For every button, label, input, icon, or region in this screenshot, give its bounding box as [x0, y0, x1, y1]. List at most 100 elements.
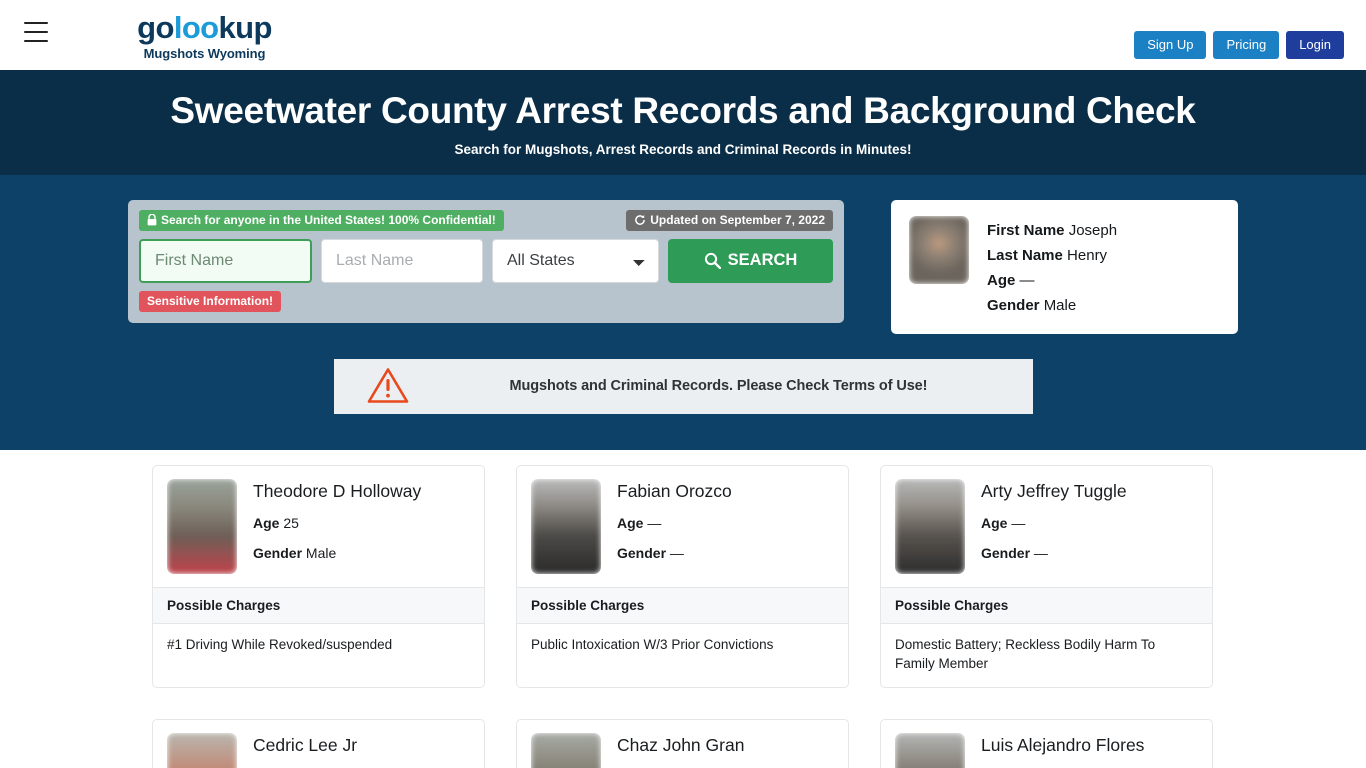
result-avatar: [531, 478, 601, 574]
search-section: Search for anyone in the United States! …: [0, 174, 1366, 450]
mugshot-image: [531, 732, 601, 768]
confidential-badge: Search for anyone in the United States! …: [139, 209, 504, 231]
featured-age-row: Age —: [987, 268, 1117, 293]
featured-first-name-value: Joseph: [1068, 221, 1118, 239]
result-avatar: [895, 478, 965, 574]
result-card[interactable]: Cedric Lee Jr Age — Gender — Possible Ch…: [152, 718, 485, 768]
result-card-info: Luis Alejandro Flores Age — Gender —: [981, 733, 1144, 768]
result-card-header: Chaz John Gran Age 31 Gender —: [517, 720, 848, 768]
refresh-icon: [635, 214, 646, 225]
featured-gender-value: Male: [1043, 296, 1077, 314]
result-card-header: Arty Jeffrey Tuggle Age — Gender —: [881, 466, 1212, 587]
mugshot-image: [895, 732, 965, 768]
result-card-info: Theodore D Holloway Age 25 Gender Male: [253, 479, 421, 563]
lock-icon: [147, 213, 157, 225]
result-gender-label: Gender: [981, 545, 1031, 562]
result-card[interactable]: Theodore D Holloway Age 25 Gender Male P…: [152, 464, 485, 688]
result-card-header: Cedric Lee Jr Age — Gender —: [153, 720, 484, 768]
featured-age-value: —: [1019, 271, 1035, 289]
top-navigation-bar: golookup Mugshots Wyoming Sign Up Pricin…: [0, 0, 1366, 70]
result-avatar: [531, 732, 601, 768]
logo-subtitle: Mugshots Wyoming: [143, 46, 266, 61]
logo-text-go: go: [137, 10, 174, 45]
result-person-name: Chaz John Gran: [617, 734, 745, 755]
results-grid: Theodore D Holloway Age 25 Gender Male P…: [152, 464, 1214, 768]
first-name-input[interactable]: [139, 238, 312, 283]
mugshot-image: [167, 478, 237, 574]
result-card[interactable]: Chaz John Gran Age 31 Gender — Possible …: [516, 718, 849, 768]
featured-last-name-label: Last Name: [987, 246, 1063, 264]
updated-badge-label: Updated on September 7, 2022: [650, 212, 825, 227]
featured-gender-row: Gender Male: [987, 293, 1117, 318]
search-button[interactable]: SEARCH: [668, 238, 833, 283]
result-gender-value: —: [1033, 545, 1048, 562]
signup-button[interactable]: Sign Up: [1134, 31, 1207, 59]
search-panel-badges: Search for anyone in the United States! …: [139, 209, 833, 231]
possible-charges-text: #1 Driving While Revoked/suspended: [167, 636, 393, 652]
confidential-badge-label: Search for anyone in the United States! …: [161, 212, 496, 227]
result-age-row: Age —: [617, 515, 732, 532]
page-title: Sweetwater County Arrest Records and Bac…: [170, 90, 1196, 131]
mugshot-image: [895, 478, 965, 574]
result-person-name: Theodore D Holloway: [253, 480, 422, 501]
updated-badge: Updated on September 7, 2022: [626, 209, 833, 231]
result-gender-value: —: [669, 545, 684, 562]
pricing-button[interactable]: Pricing: [1213, 31, 1280, 59]
featured-first-name-label: First Name: [987, 221, 1065, 239]
possible-charges-header: Possible Charges: [153, 586, 484, 624]
logo-wordmark: golookup: [137, 12, 272, 43]
result-age-label: Age: [617, 514, 644, 531]
possible-charges-text: Public Intoxication W/3 Prior Conviction…: [531, 636, 774, 652]
result-card-info: Arty Jeffrey Tuggle Age — Gender —: [981, 479, 1127, 563]
result-card[interactable]: Fabian Orozco Age — Gender — Possible Ch…: [516, 464, 849, 688]
featured-age-label: Age: [987, 271, 1016, 289]
site-logo[interactable]: golookup Mugshots Wyoming: [137, 12, 272, 61]
sensitive-information-badge: Sensitive Information!: [139, 290, 282, 312]
result-age-label: Age: [981, 514, 1008, 531]
result-age-row: Age —: [981, 515, 1127, 532]
featured-avatar: [909, 215, 969, 284]
mugshot-image: [909, 215, 969, 284]
result-avatar: [895, 732, 965, 768]
hamburger-menu-icon[interactable]: [24, 22, 48, 42]
featured-person-card[interactable]: First Name Joseph Last Name Henry Age — …: [891, 199, 1238, 334]
result-age-value: —: [647, 514, 662, 531]
result-card-info: Cedric Lee Jr Age — Gender —: [253, 733, 357, 768]
result-age-row: Age 25: [253, 515, 421, 532]
warning-triangle-icon: [367, 368, 408, 404]
result-gender-row: Gender —: [617, 545, 732, 562]
result-age-value: 25: [283, 514, 299, 531]
result-gender-label: Gender: [253, 545, 303, 562]
result-gender-row: Gender Male: [253, 545, 421, 562]
result-card[interactable]: Arty Jeffrey Tuggle Age — Gender — Possi…: [880, 464, 1213, 688]
state-select[interactable]: All States: [492, 238, 659, 283]
result-card[interactable]: Luis Alejandro Flores Age — Gender — Pos…: [880, 718, 1213, 768]
result-person-name: Cedric Lee Jr: [253, 734, 358, 755]
logo-text-kup: kup: [218, 10, 273, 45]
hamburger-line: [24, 31, 48, 33]
terms-warning-text: Mugshots and Criminal Records. Please Ch…: [509, 378, 928, 395]
result-gender-value: Male: [305, 545, 337, 562]
nav-action-buttons: Sign Up Pricing Login: [1134, 31, 1344, 59]
result-card-header: Theodore D Holloway Age 25 Gender Male: [153, 466, 484, 587]
search-panel: Search for anyone in the United States! …: [128, 199, 844, 323]
terms-warning-bar: Mugshots and Criminal Records. Please Ch…: [333, 358, 1033, 414]
possible-charges-header: Possible Charges: [881, 586, 1212, 624]
hamburger-line: [24, 40, 48, 42]
hero-title-band: Sweetwater County Arrest Records and Bac…: [0, 70, 1366, 175]
result-card-info: Fabian Orozco Age — Gender —: [617, 479, 732, 563]
magnifier-icon: [704, 252, 721, 270]
result-person-name: Fabian Orozco: [617, 480, 732, 501]
result-person-name: Arty Jeffrey Tuggle: [981, 480, 1127, 501]
featured-last-name-value: Henry: [1067, 246, 1108, 264]
result-gender-row: Gender —: [981, 545, 1127, 562]
possible-charges-text: Domestic Battery; Reckless Bodily Harm T…: [895, 636, 1156, 672]
result-gender-label: Gender: [617, 545, 667, 562]
page-subtitle: Search for Mugshots, Arrest Records and …: [454, 141, 912, 157]
mugshot-image: [167, 732, 237, 768]
search-section-content: Search for anyone in the United States! …: [128, 199, 1238, 334]
login-button[interactable]: Login: [1286, 31, 1344, 59]
logo-text-loo: loo: [173, 10, 219, 45]
result-avatar: [167, 732, 237, 768]
last-name-input[interactable]: [321, 238, 483, 283]
